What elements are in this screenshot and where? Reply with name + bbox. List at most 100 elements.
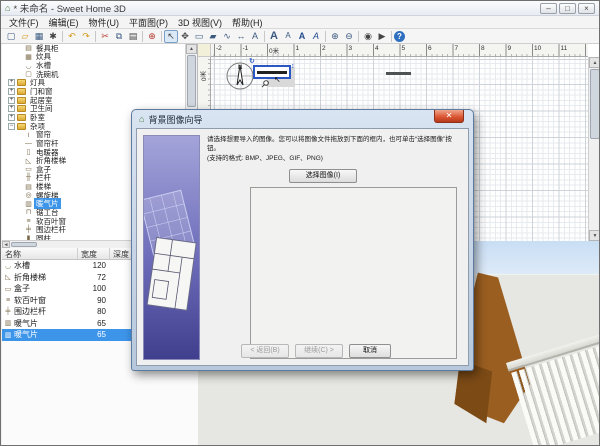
wall-segment[interactable]: [386, 72, 411, 75]
increase-text-size-icon[interactable]: A: [267, 30, 281, 43]
menu-f[interactable]: 文件(F): [4, 16, 44, 29]
radiator-icon: ▥: [2, 319, 14, 327]
title-bar[interactable]: ⌂ * 未命名 - Sweet Home 3D –□×: [1, 1, 599, 16]
cancel-button[interactable]: 取消: [349, 344, 391, 358]
expand-icon[interactable]: +: [8, 114, 15, 121]
menu-p[interactable]: 平面图(P): [124, 16, 173, 29]
sink-icon: ◡: [2, 262, 14, 270]
cupboard-icon: ▤: [24, 44, 33, 52]
cell-width: 80: [76, 307, 108, 316]
back-button[interactable]: < 返回(B): [241, 344, 289, 358]
tree-item[interactable]: ◡水槽: [2, 61, 186, 70]
select-mode-icon[interactable]: ↖: [164, 30, 178, 43]
pan-mode-icon[interactable]: ✥: [178, 30, 192, 43]
save-home-icon[interactable]: ▦: [32, 30, 46, 43]
bold-icon[interactable]: A: [295, 30, 309, 43]
angled-staircase-icon: ◺: [2, 273, 14, 281]
menu-dv[interactable]: 3D 视图(V): [173, 16, 227, 29]
cell-name: 水槽: [14, 260, 76, 271]
ruler-label: 10: [534, 45, 541, 52]
scrollbar-thumb[interactable]: [590, 69, 600, 139]
zoom-in-icon[interactable]: ⊕: [328, 30, 342, 43]
italic-icon[interactable]: A: [309, 30, 323, 43]
create-photo-icon[interactable]: ◉: [361, 30, 375, 43]
folder-icon: [17, 79, 26, 86]
new-home-icon[interactable]: ▢: [4, 30, 18, 43]
create-walls-icon[interactable]: ▭: [192, 30, 206, 43]
scroll-down-icon[interactable]: ▼: [589, 230, 600, 241]
blind-icon: ≡: [24, 218, 33, 225]
railing-icon: ╫: [24, 174, 33, 181]
sawhorse-icon: ⊓: [24, 208, 33, 216]
app-window: ⌂ * 未命名 - Sweet Home 3D –□× 文件(F)编辑(E)物件…: [0, 0, 600, 446]
menu-h[interactable]: 帮助(H): [227, 16, 268, 29]
curtain-icon: ≀: [24, 131, 33, 139]
create-dimensions-icon[interactable]: ↔: [234, 30, 248, 43]
ruler-label: 8: [481, 45, 485, 52]
expand-icon[interactable]: +: [8, 88, 15, 95]
wizard-instructions: 请选择想要导入的图像。您可以将图像文件拖放到下面的框内，也可单击“选择图像”按钮…: [207, 135, 462, 163]
compass-icon[interactable]: N: [225, 61, 255, 91]
dialog-close-button[interactable]: ✕: [434, 110, 464, 123]
menu-bar: 文件(F)编辑(E)物件(U)平面图(P)3D 视图(V)帮助(H): [1, 16, 599, 29]
cut-icon[interactable]: ✂: [98, 30, 112, 43]
expand-icon[interactable]: +: [8, 79, 15, 86]
cell-width: 120: [76, 261, 108, 270]
choose-image-button[interactable]: 选择图像(I): [289, 169, 357, 183]
selected-radiator-plan[interactable]: [253, 65, 291, 79]
cell-name: 围边栏杆: [14, 306, 76, 317]
scroll-left-icon[interactable]: ◄: [2, 241, 10, 248]
cell-width: 65: [76, 330, 108, 339]
radiator-icon: ▥: [2, 331, 14, 339]
cooker-icon: ▦: [24, 53, 33, 61]
scroll-up-icon[interactable]: ▲: [186, 44, 197, 54]
cell-width: 72: [76, 273, 108, 282]
toolbar: ▢▱▦✱↶↷✂⧉▤⊕↖✥▭▰∿↔AAAAA⊕⊖◉▶?: [1, 29, 599, 44]
scrollbar-thumb[interactable]: [187, 55, 196, 107]
blind-icon: ≡: [2, 297, 14, 304]
resize-indicator-icon[interactable]: ↕: [291, 63, 295, 70]
minimize-button[interactable]: –: [540, 3, 557, 14]
add-furniture-icon[interactable]: ⊕: [145, 30, 159, 43]
toolbar-separator: [391, 31, 392, 42]
folder-icon: [17, 114, 26, 121]
expand-icon[interactable]: +: [8, 105, 15, 112]
redo-icon[interactable]: ↷: [79, 30, 93, 43]
menu-e[interactable]: 编辑(E): [44, 16, 84, 29]
scrollbar-thumb[interactable]: [11, 242, 37, 247]
copy-icon[interactable]: ⧉: [112, 30, 126, 43]
menu-u[interactable]: 物件(U): [84, 16, 125, 29]
create-rooms-icon[interactable]: ▰: [206, 30, 220, 43]
close-button[interactable]: ×: [578, 3, 595, 14]
staircase-icon: ▤: [24, 183, 33, 191]
electric-heater-icon: ▯: [24, 148, 33, 156]
preferences-icon[interactable]: ✱: [46, 30, 60, 43]
ruler-label: 1: [296, 45, 300, 52]
expand-icon[interactable]: +: [8, 97, 15, 104]
folder-icon: [17, 123, 26, 130]
paste-icon[interactable]: ▤: [126, 30, 140, 43]
add-text-icon[interactable]: A: [248, 30, 262, 43]
collapse-icon[interactable]: −: [8, 123, 15, 130]
radiator-top-view: [257, 71, 287, 74]
dialog-title-bar[interactable]: ⌂ 背景图像向导: [132, 110, 473, 128]
rotate-indicator-icon[interactable]: ↻: [249, 57, 255, 65]
ruler-label: 4: [375, 45, 379, 52]
tree-item[interactable]: ▤餐具柜: [2, 44, 186, 53]
plan-vertical-scrollbar[interactable]: ▲ ▼: [588, 57, 600, 241]
help-icon[interactable]: ?: [394, 31, 405, 42]
maximize-button[interactable]: □: [559, 3, 576, 14]
image-drop-area[interactable]: [250, 187, 457, 359]
dialog-icon: ⌂: [139, 114, 144, 124]
column-header-name[interactable]: 名称: [2, 248, 78, 259]
zoom-out-icon[interactable]: ⊖: [342, 30, 356, 43]
continue-button[interactable]: 继续(C) >: [295, 344, 343, 358]
create-video-icon[interactable]: ▶: [375, 30, 389, 43]
open-home-icon[interactable]: ▱: [18, 30, 32, 43]
decrease-text-size-icon[interactable]: A: [281, 30, 295, 43]
undo-icon[interactable]: ↶: [65, 30, 79, 43]
scroll-up-icon[interactable]: ▲: [589, 57, 600, 68]
create-polylines-icon[interactable]: ∿: [220, 30, 234, 43]
tree-item[interactable]: ▦炊具: [2, 53, 186, 62]
column-header-width[interactable]: 宽度: [78, 248, 110, 259]
